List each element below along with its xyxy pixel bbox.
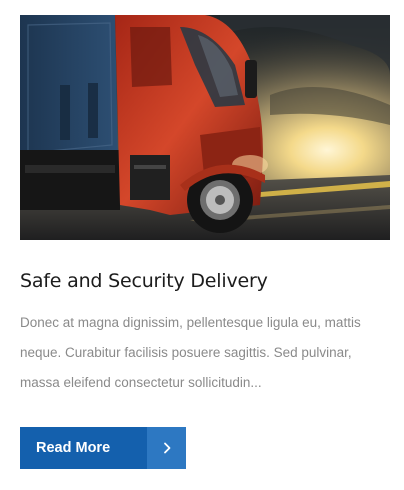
post-image[interactable] xyxy=(20,15,390,240)
read-more-button[interactable]: Read More xyxy=(20,427,186,469)
post-card: Safe and Security Delivery Donec at magn… xyxy=(20,15,390,469)
truck-illustration xyxy=(20,15,390,240)
read-more-label: Read More xyxy=(20,427,147,469)
chevron-right-icon xyxy=(147,427,186,469)
post-excerpt: Donec at magna dignissim, pellentesque l… xyxy=(20,315,361,390)
post-title[interactable]: Safe and Security Delivery xyxy=(20,269,390,293)
